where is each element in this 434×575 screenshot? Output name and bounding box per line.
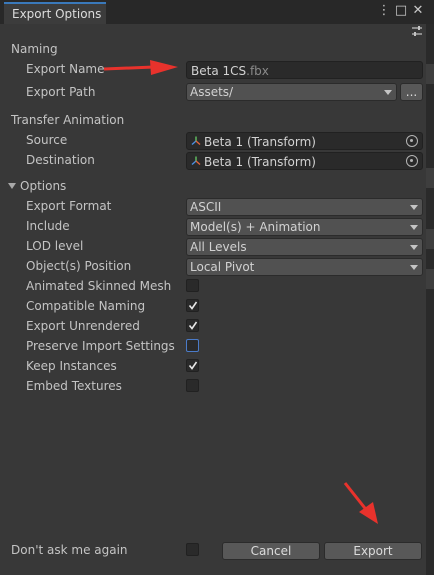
destination-label: Destination: [26, 153, 95, 167]
chevron-down-icon: [410, 205, 418, 210]
chevron-down-icon: [384, 90, 392, 95]
keep-instances-checkbox[interactable]: [186, 359, 199, 372]
annotation-arrow-icon: [103, 60, 178, 75]
export-name-label: Export Name: [26, 62, 105, 76]
export-path-value: Assets/: [190, 85, 234, 99]
dont-ask-again-label: Don't ask me again: [11, 543, 128, 557]
cancel-button[interactable]: Cancel: [222, 542, 320, 560]
preserve-import-settings-checkbox[interactable]: [186, 339, 199, 352]
lod-level-label: LOD level: [26, 239, 84, 253]
preset-settings-icon[interactable]: [410, 24, 424, 38]
export-path-dropdown[interactable]: Assets/: [186, 83, 397, 101]
embed-textures-checkbox[interactable]: [186, 379, 199, 392]
naming-header: Naming: [11, 42, 58, 56]
object-position-value: Local Pivot: [190, 260, 255, 274]
lod-level-dropdown[interactable]: All Levels: [186, 238, 423, 256]
object-position-label: Object(s) Position: [26, 259, 132, 273]
export-name-value: Beta 1CS.fbx: [191, 64, 269, 78]
destination-value: Beta 1 (Transform): [204, 155, 316, 169]
source-label: Source: [26, 133, 68, 147]
export-format-value: ASCII: [190, 200, 222, 214]
export-name-field[interactable]: Beta 1CS.fbx: [186, 61, 423, 79]
annotation-arrow-icon: [343, 482, 378, 524]
object-picker-icon[interactable]: [406, 135, 418, 147]
dont-ask-again-checkbox[interactable]: [186, 543, 199, 556]
keep-instances-label: Keep Instances: [26, 359, 117, 373]
chevron-down-icon: [410, 225, 418, 230]
transform-icon: [191, 136, 201, 146]
transform-icon: [191, 156, 201, 166]
export-button[interactable]: Export: [324, 542, 422, 560]
source-value: Beta 1 (Transform): [204, 135, 316, 149]
tab-export-options[interactable]: Export Options: [4, 2, 106, 24]
object-position-dropdown[interactable]: Local Pivot: [186, 258, 423, 276]
options-foldout[interactable]: Options: [8, 179, 66, 193]
export-unrendered-checkbox[interactable]: [186, 319, 199, 332]
destination-object-field[interactable]: Beta 1 (Transform): [186, 152, 423, 170]
background-editor-strip: [426, 24, 434, 575]
object-picker-icon[interactable]: [406, 155, 418, 167]
browse-button[interactable]: ...: [400, 83, 423, 101]
transfer-animation-header: Transfer Animation: [11, 113, 125, 127]
options-header: Options: [20, 179, 67, 193]
include-label: Include: [26, 219, 70, 233]
source-object-field[interactable]: Beta 1 (Transform): [186, 132, 423, 150]
chevron-down-icon: [410, 245, 418, 250]
close-icon[interactable]: ✕: [411, 3, 425, 19]
checkmark-icon: [188, 321, 198, 330]
export-name-extension: .fbx: [246, 64, 269, 78]
compatible-naming-label: Compatible Naming: [26, 299, 146, 313]
animated-skinned-mesh-label: Animated Skinned Mesh: [26, 279, 172, 293]
title-bar: Export Options ⋮ □ ✕: [0, 0, 434, 24]
checkmark-icon: [188, 301, 198, 310]
export-unrendered-label: Export Unrendered: [26, 319, 140, 333]
lod-level-value: All Levels: [190, 240, 247, 254]
include-dropdown[interactable]: Model(s) + Animation: [186, 218, 423, 236]
tab-title: Export Options: [12, 7, 102, 21]
animated-skinned-mesh-checkbox[interactable]: [186, 279, 199, 292]
export-path-label: Export Path: [26, 85, 96, 99]
export-format-dropdown[interactable]: ASCII: [186, 198, 423, 216]
preserve-import-settings-label: Preserve Import Settings: [26, 339, 175, 353]
export-format-label: Export Format: [26, 199, 112, 213]
embed-textures-label: Embed Textures: [26, 379, 122, 393]
include-value: Model(s) + Animation: [190, 220, 321, 234]
checkmark-icon: [188, 361, 198, 370]
compatible-naming-checkbox[interactable]: [186, 299, 199, 312]
maximize-icon[interactable]: □: [394, 3, 408, 19]
export-options-window: Export Options ⋮ □ ✕ Naming Export Name …: [0, 0, 434, 575]
chevron-down-icon: [410, 265, 418, 270]
foldout-triangle-icon: [8, 183, 16, 189]
more-options-icon[interactable]: ⋮: [377, 3, 391, 19]
